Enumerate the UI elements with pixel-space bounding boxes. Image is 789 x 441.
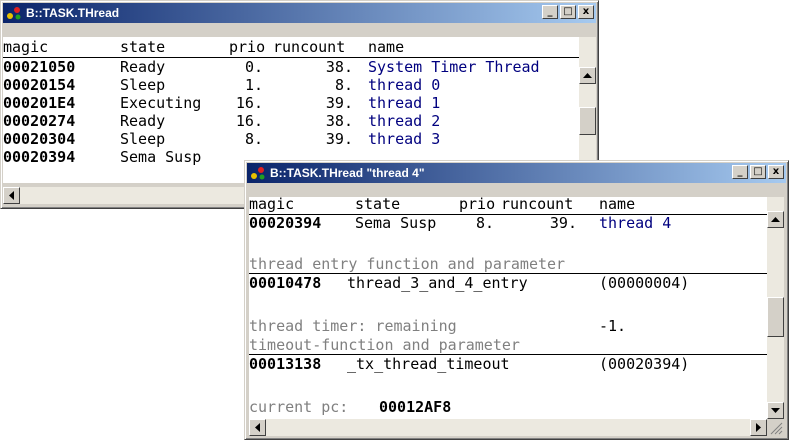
- cell-name[interactable]: System Timer Thread: [368, 58, 540, 76]
- timeout-row: 00013138 _tx_thread_timeout (00020394): [249, 355, 767, 373]
- cell-name[interactable]: thread 3: [368, 130, 440, 148]
- cell-runcount: 39.: [325, 130, 353, 148]
- pc-value[interactable]: 00012AF8: [379, 398, 451, 416]
- scroll-right-button[interactable]: [750, 419, 767, 436]
- cell-name[interactable]: thread 0: [368, 76, 440, 94]
- arrow-right-icon: [756, 423, 761, 432]
- table-row[interactable]: 00020154 Sleep 1. 8. thread 0: [3, 76, 579, 94]
- cell-prio: 1.: [244, 76, 263, 94]
- arrow-up-icon: [583, 73, 592, 78]
- cell-prio: 16.: [235, 112, 263, 130]
- window-title: B::TASK.THread: [26, 6, 120, 20]
- header-runcount[interactable]: runcount: [501, 197, 573, 213]
- table-row[interactable]: 00021050 Ready 0. 38. System Timer Threa…: [3, 58, 579, 76]
- scroll-thumb[interactable]: [579, 107, 596, 135]
- entry-label: thread entry function and parameter: [249, 255, 566, 273]
- scroll-left-button[interactable]: [249, 419, 266, 436]
- timeout-parameter: (00020394): [599, 355, 690, 373]
- scroll-down-button[interactable]: [767, 402, 784, 419]
- cell-name[interactable]: thread 4: [599, 214, 671, 232]
- entry-address: 00010478: [249, 274, 322, 292]
- maximize-button[interactable]: □: [750, 165, 766, 179]
- entry-function[interactable]: thread_3_and_4_entry: [347, 274, 528, 292]
- cell-magic: 00020394: [249, 214, 322, 232]
- header-name[interactable]: name: [599, 197, 635, 213]
- vertical-scrollbar[interactable]: [767, 197, 784, 419]
- cell-magic: 000201E4: [3, 94, 76, 112]
- close-button[interactable]: x: [768, 165, 784, 179]
- title-bar[interactable]: B::TASK.THread "thread 4" _ □ x: [247, 163, 786, 183]
- cell-state: Sema Susp: [120, 148, 202, 166]
- resize-grip-icon: [770, 422, 783, 435]
- header-prio[interactable]: prio: [459, 197, 495, 213]
- scroll-thumb[interactable]: [767, 297, 784, 337]
- title-bar[interactable]: B::TASK.THread _ □ x: [3, 3, 596, 23]
- cell-runcount: 39.: [325, 94, 353, 112]
- cell-magic: 00020154: [3, 76, 76, 94]
- cell-magic: 00020304: [3, 130, 76, 148]
- cell-magic: 00020394: [3, 148, 76, 166]
- window-title: B::TASK.THread "thread 4": [270, 166, 425, 180]
- cell-runcount: 38.: [325, 58, 353, 76]
- cell-prio: 8.: [475, 214, 494, 232]
- header-state[interactable]: state: [355, 197, 400, 213]
- arrow-left-icon: [255, 423, 260, 432]
- cell-prio: 16.: [235, 94, 263, 112]
- scroll-left-button[interactable]: [3, 187, 20, 204]
- cell-state: Ready: [120, 112, 166, 130]
- header-state[interactable]: state: [120, 38, 165, 56]
- header-prio[interactable]: prio: [229, 38, 265, 56]
- cell-runcount: 38.: [325, 112, 353, 130]
- minimize-button[interactable]: _: [542, 5, 558, 19]
- task-thread-detail-window[interactable]: B::TASK.THread "thread 4" _ □ x magic st…: [244, 160, 789, 440]
- cell-name[interactable]: thread 2: [368, 112, 440, 130]
- pc-label: current pc:: [249, 398, 349, 416]
- resize-grip[interactable]: [767, 419, 784, 436]
- cell-magic: 00021050: [3, 58, 76, 76]
- cell-runcount: 39.: [549, 214, 577, 232]
- header-magic[interactable]: magic: [249, 197, 294, 213]
- arrow-up-icon: [771, 217, 780, 222]
- cell-runcount: 8.: [334, 76, 353, 94]
- column-header: magic state prio runcount name: [3, 38, 579, 58]
- scroll-up-button[interactable]: [767, 211, 784, 228]
- cell-magic: 00020274: [3, 112, 76, 130]
- header-runcount[interactable]: runcount: [273, 38, 345, 56]
- table-row[interactable]: 00020304 Sleep 8. 39. thread 3: [3, 130, 579, 148]
- timeout-address: 00013138: [249, 355, 322, 373]
- cell-prio: 8.: [244, 130, 263, 148]
- column-header: magic state prio runcount name: [249, 197, 767, 215]
- timeout-function[interactable]: _tx_thread_timeout: [347, 355, 510, 373]
- cell-state: Sleep: [120, 76, 166, 94]
- horizontal-scrollbar[interactable]: [249, 419, 767, 436]
- timer-value: -1.: [599, 317, 627, 335]
- thread-row[interactable]: 00020394 Sema Susp 8. 39. thread 4: [249, 214, 767, 232]
- thread-detail: magic state prio runcount name 00020394 …: [249, 197, 767, 419]
- cell-name[interactable]: thread 1: [368, 94, 440, 112]
- arrow-left-icon: [9, 191, 14, 200]
- header-name[interactable]: name: [368, 38, 404, 56]
- close-button[interactable]: x: [578, 5, 594, 19]
- maximize-button[interactable]: □: [560, 5, 576, 19]
- table-row[interactable]: 00020274 Ready 16. 38. thread 2: [3, 112, 579, 130]
- entry-row: 00010478 thread_3_and_4_entry (00000004): [249, 274, 767, 292]
- arrow-down-icon: [771, 408, 780, 413]
- minimize-button[interactable]: _: [732, 165, 748, 179]
- cell-prio: 0.: [244, 58, 263, 76]
- trace32-app-icon: [251, 167, 265, 180]
- entry-parameter: (00000004): [599, 274, 690, 292]
- timer-label: thread timer: remaining: [249, 317, 457, 335]
- table-row[interactable]: 000201E4 Executing 16. 39. thread 1: [3, 94, 579, 112]
- scroll-up-button[interactable]: [579, 67, 596, 84]
- header-magic[interactable]: magic: [3, 38, 48, 56]
- cell-state: Sleep: [120, 130, 166, 148]
- trace32-app-icon: [7, 7, 21, 20]
- cell-state: Executing: [120, 94, 202, 112]
- cell-state: Ready: [120, 58, 166, 76]
- cell-state: Sema Susp: [355, 214, 437, 232]
- timeout-label: timeout-function and parameter: [249, 336, 520, 354]
